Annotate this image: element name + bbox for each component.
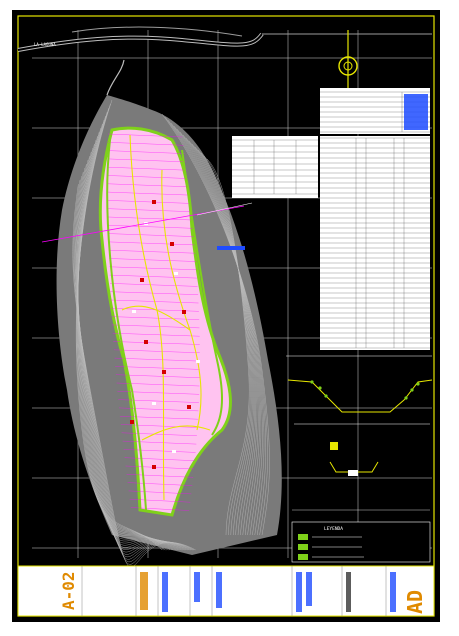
blue-label-tag (217, 246, 245, 250)
summary-table (320, 88, 430, 134)
cad-drawing-sheet: LA LAGUNA LEYENDA A-02 AD (12, 10, 440, 622)
site-plan-canvas: LA LAGUNA LEYENDA A-02 AD (12, 10, 440, 622)
area-schedule-table (232, 136, 318, 198)
road-label: LA LAGUNA (34, 42, 56, 47)
legend-title: LEYENDA (324, 526, 343, 532)
title-block: A-02 AD (17, 565, 435, 617)
lot-coordinate-tables (320, 136, 430, 350)
firm-logo: AD (403, 590, 427, 614)
legend-box: LEYENDA (291, 521, 431, 563)
sheet-code: A-02 (59, 571, 78, 610)
